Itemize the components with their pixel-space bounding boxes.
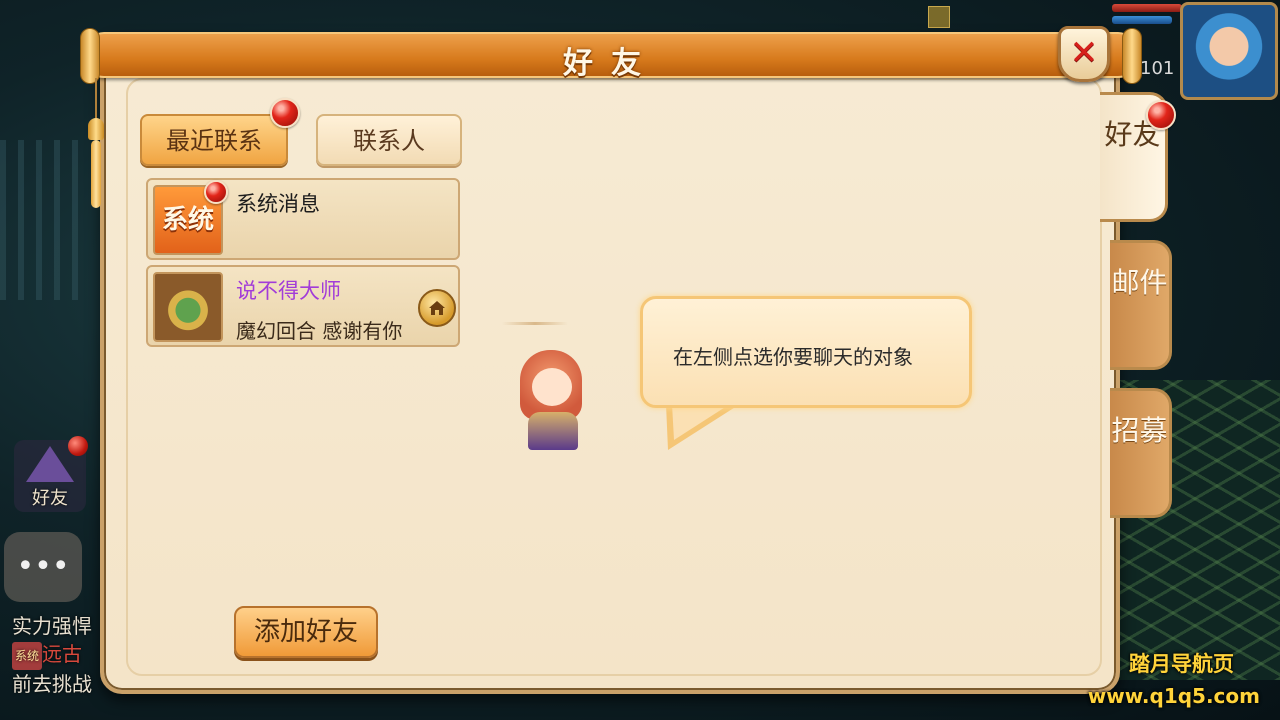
add-friend-button[interactable]: 添加好友 [234,606,378,658]
chat-log: 实力强悍 系统 远古 前去挑战 [12,612,112,698]
background-scenery-left [0,140,90,300]
map-marker-icon [928,6,950,28]
empty-state-speech-bubble: 在左侧点选你要聊天的对象 [640,296,972,408]
tassel-cord [95,78,97,118]
mascot-face [532,368,572,406]
friend-avatar [153,272,223,342]
chat-bubble-button[interactable]: ••• [4,532,82,602]
friends-tab-badge [1146,100,1176,130]
recent-tab-badge [270,98,300,128]
system-message-badge [204,180,228,204]
system-tag: 系统 [12,641,43,670]
mascot-body [528,412,578,450]
home-icon[interactable] [418,289,456,327]
player-avatar[interactable] [1180,2,1278,100]
notification-badge [68,436,88,456]
player-status-bars [1112,4,1182,28]
decorative-line [502,322,568,325]
tassel-tail [91,140,101,208]
list-item-system-messages[interactable]: 系统 系统消息 [146,178,460,260]
list-item-friend[interactable]: 说不得大师 魔幻回合 感谢有你 [146,265,460,347]
dialog-title-bar: 好友 [86,32,1136,81]
scroll-ornament-right [1122,28,1142,84]
watermark-url: www.q1q5.com [1087,684,1260,708]
watermark: 踏月导航页 www.q1q5.com [1088,648,1260,708]
hp-bar [1112,4,1182,12]
friend-shortcut-button[interactable]: 好友 [14,436,88,512]
chat-line: 系统 远古 [12,640,112,670]
conversation-name: 系统消息 [236,192,320,216]
tassel-ornament [88,78,104,208]
scroll-ornament-left [80,28,100,84]
chat-line: 前去挑战 [12,671,92,696]
side-tab-recruit[interactable]: 招募 [1110,388,1172,518]
conversation-name: 说不得大师 [236,279,341,303]
empty-state-message: 在左侧点选你要聊天的对象 [673,345,913,369]
friend-shortcut-label: 好友 [32,488,68,509]
mascot-character-image [508,350,604,450]
side-tab-mail[interactable]: 邮件 [1110,240,1172,370]
wizard-hat-icon [26,446,74,482]
tab-contacts[interactable]: 联系人 [316,114,462,166]
dialog-title: 好友 [563,46,659,81]
chat-line: 实力强悍 [12,614,92,638]
close-button[interactable]: ✕ [1058,26,1110,82]
tassel-bell [88,118,104,140]
speech-bubble-tail-inner [672,404,730,440]
tab-recent-contacts[interactable]: 最近联系 [140,114,288,166]
chat-line-text: 远古 [42,642,83,666]
mp-bar [1112,16,1172,24]
watermark-title: 踏月导航页 [1129,652,1234,676]
player-level: 101 [1140,58,1175,79]
close-icon: ✕ [1069,33,1099,73]
conversation-subtitle: 魔幻回合 感谢有你 [236,319,403,343]
